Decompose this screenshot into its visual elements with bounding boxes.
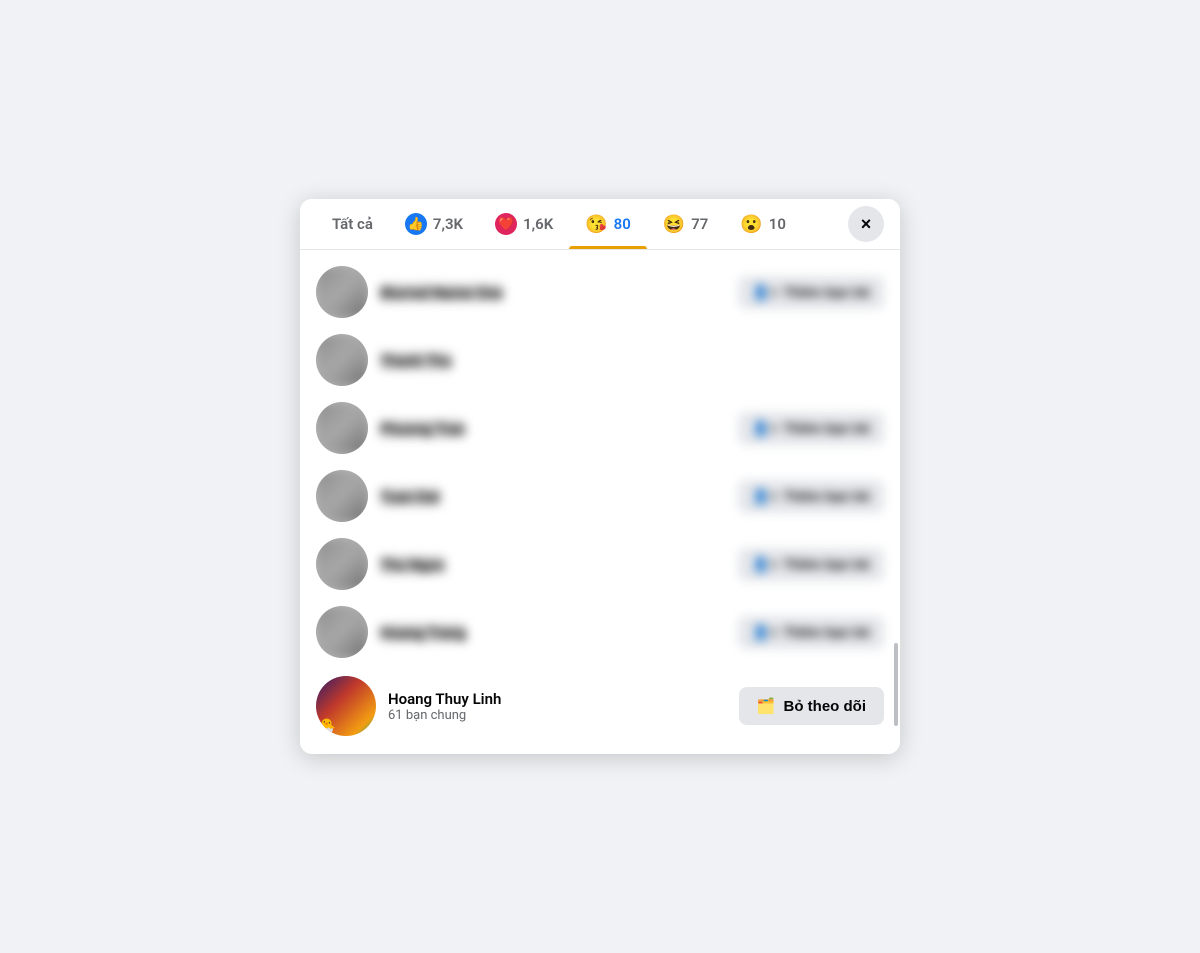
avatar [316, 470, 368, 522]
shock-emoji: 😮 [740, 214, 762, 235]
tab-lol[interactable]: 😆 77 [647, 200, 725, 249]
tab-lol-count: 77 [691, 215, 708, 233]
item-name: Tuan Dat [380, 488, 440, 506]
kiss-emoji: 😘 [585, 214, 607, 235]
list-item: Tuan Dat 👤+ Thêm bạn bè [300, 462, 900, 530]
like-icon: 👍 [405, 213, 427, 235]
item-info: Phuong Tran [380, 419, 726, 438]
avatar-emoji-badge: 🐣 [316, 717, 336, 736]
item-info-hoang-thuy-linh: Hoang Thuy Linh 61 bạn chung [388, 689, 727, 723]
add-friend-label: Thêm bạn bè [784, 284, 870, 300]
tab-heart[interactable]: ❤️ 1,6K [479, 199, 569, 249]
item-name: Thu Ngoc [380, 556, 445, 574]
avatar-hoang-thuy-linh: 🐣 [316, 676, 376, 736]
list-item-hoang-thuy-linh: 🐣 Hoang Thuy Linh 61 bạn chung 🗂️ Bỏ the… [300, 666, 900, 746]
item-info: Blurred Name One [380, 283, 726, 302]
tab-like-count: 7,3K [433, 215, 463, 233]
list-item: Phuong Tran 👤+ Thêm bạn bè [300, 394, 900, 462]
add-friend-button[interactable]: 👤+ Thêm bạn bè [738, 616, 884, 649]
tab-heart-count: 1,6K [523, 215, 553, 233]
avatar [316, 606, 368, 658]
add-friend-button[interactable]: 👤+ Thêm bạn bè [738, 548, 884, 581]
tab-shock-count: 10 [769, 215, 786, 233]
add-friend-label: Thêm bạn bè [784, 488, 870, 504]
add-friend-icon: 👤+ [752, 420, 778, 437]
item-name: Thanh Thu [380, 352, 452, 370]
add-friend-label: Thêm bạn bè [784, 624, 870, 640]
heart-icon: ❤️ [495, 213, 517, 235]
list-item: Hoang Trang 👤+ Thêm bạn bè [300, 598, 900, 666]
add-friend-label: Thêm bạn bè [784, 556, 870, 572]
list-item: Thu Ngoc 👤+ Thêm bạn bè [300, 530, 900, 598]
tab-shock[interactable]: 😮 10 [724, 200, 802, 249]
tab-kiss-count: 80 [614, 215, 631, 233]
item-info: Thu Ngoc [380, 555, 726, 574]
item-info: Tuan Dat [380, 487, 726, 506]
add-friend-button[interactable]: 👤+ Thêm bạn bè [738, 412, 884, 445]
close-button[interactable]: × [848, 206, 884, 242]
unfollow-label: Bỏ theo dõi [784, 698, 867, 715]
tab-kiss[interactable]: 😘 80 [569, 200, 647, 249]
scrollbar-thumb[interactable] [894, 643, 898, 726]
scrollbar-track[interactable] [892, 199, 900, 754]
add-friend-button[interactable]: 👤+ Thêm bạn bè [738, 480, 884, 513]
unfollow-button[interactable]: 🗂️ Bỏ theo dõi [739, 687, 884, 725]
avatar [316, 334, 368, 386]
reactions-list: Blurred Name One 👤+ Thêm bạn bè Thanh Th… [300, 250, 900, 754]
tab-all[interactable]: Tất cả [316, 201, 389, 247]
item-name: Phuong Tran [380, 420, 465, 438]
hoang-thuy-linh-mutual: 61 bạn chung [388, 708, 727, 723]
tabs-bar: Tất cả 👍 7,3K ❤️ 1,6K 😘 80 😆 77 😮 10 × [300, 199, 900, 250]
list-item: Thanh Thu [300, 326, 900, 394]
add-friend-icon: 👤+ [752, 624, 778, 641]
lol-emoji: 😆 [663, 214, 685, 235]
hoang-thuy-linh-name: Hoang Thuy Linh [388, 690, 501, 708]
add-friend-label: Thêm bạn bè [784, 420, 870, 436]
item-info: Hoang Trang [380, 623, 726, 642]
item-name: Hoang Trang [380, 624, 466, 642]
add-friend-button[interactable]: 👤+ Thêm bạn bè [738, 276, 884, 309]
unfollow-icon: 🗂️ [757, 697, 776, 715]
list-item: Blurred Name One 👤+ Thêm bạn bè [300, 258, 900, 326]
avatar [316, 538, 368, 590]
tab-all-label: Tất cả [332, 215, 373, 233]
tab-like[interactable]: 👍 7,3K [389, 199, 479, 249]
add-friend-icon: 👤+ [752, 488, 778, 505]
avatar [316, 266, 368, 318]
add-friend-icon: 👤+ [752, 284, 778, 301]
avatar [316, 402, 368, 454]
add-friend-icon: 👤+ [752, 556, 778, 573]
item-name: Blurred Name One [380, 284, 503, 302]
reactions-modal: Tất cả 👍 7,3K ❤️ 1,6K 😘 80 😆 77 😮 10 × [300, 199, 900, 754]
item-info: Thanh Thu [380, 351, 884, 370]
